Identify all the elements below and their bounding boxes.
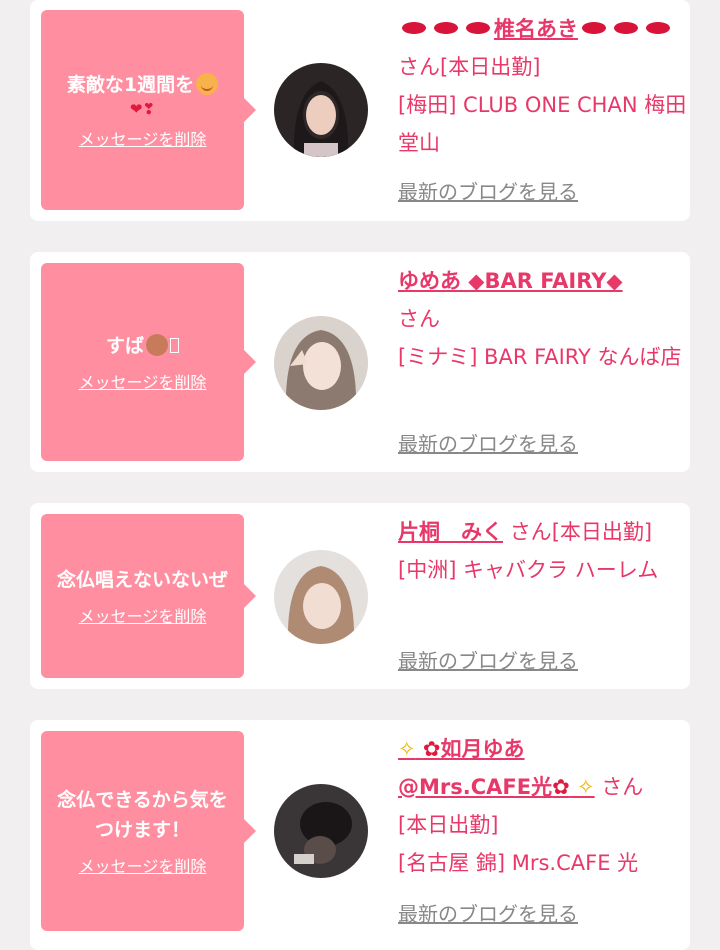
honorific: さん	[398, 307, 440, 331]
cast-card: 念仏できるから気をつけます！ メッセージを削除 ✧ ✿如月ゆあ @Mrs.CAFE…	[30, 720, 690, 950]
honorific: さん	[509, 520, 552, 544]
kiss-mark-icon	[582, 22, 606, 34]
kiss-mark-icon	[434, 22, 458, 34]
work-status: [本日出勤]	[551, 520, 653, 544]
cast-card: 念仏唱えないないぜ メッセージを削除 片桐 みく さん[本日出勤] [中洲] キ…	[30, 503, 690, 689]
delete-message-link[interactable]: メッセージを削除	[79, 853, 207, 877]
cast-name-link[interactable]: 椎名あき	[398, 17, 674, 41]
cast-card: 素敵な1週間を ❤︎❣ メッセージを削除 椎名あき さん[本日出勤] [梅田] …	[30, 0, 690, 221]
shop-name: [梅田] CLUB ONE CHAN 梅田堂山	[398, 93, 687, 155]
message-bubble: 念仏できるから気をつけます！ メッセージを削除	[41, 731, 256, 931]
kiss-mark-icon	[646, 22, 670, 34]
honorific: さん	[398, 55, 440, 79]
cast-name-link[interactable]: ✧ ✿如月ゆあ @Mrs.CAFE光✿ ✧	[398, 737, 595, 799]
avatar[interactable]	[274, 316, 368, 410]
shop-name: [ミナミ] BAR FAIRY なんば店	[398, 345, 682, 369]
message-text: 素敵な1週間を ❤︎❣	[67, 70, 219, 118]
latest-blog-link[interactable]: 最新のブログを見る	[398, 176, 578, 205]
message-text: 念仏できるから気をつけます！	[57, 789, 228, 841]
latest-blog-link[interactable]: 最新のブログを見る	[398, 898, 578, 927]
cast-info: 椎名あき さん[本日出勤] [梅田] CLUB ONE CHAN 梅田堂山	[398, 10, 688, 162]
two-hearts-icon: ❤︎❣	[129, 100, 156, 118]
message-text: すば	[106, 331, 179, 361]
sparkles-icon: ✧	[398, 737, 416, 761]
delete-message-link[interactable]: メッセージを削除	[79, 603, 207, 627]
cast-info: 片桐 みく さん[本日出勤] [中洲] キャバクラ ハーレム	[398, 513, 688, 589]
cast-info: ゆめあ ◆BAR FAIRY◆ さん [ミナミ] BAR FAIRY なんば店	[398, 262, 688, 376]
smiling-face-icon	[196, 73, 219, 95]
hibiscus-icon: ✿	[422, 737, 441, 761]
message-bubble: すば メッセージを削除	[41, 263, 256, 461]
message-text: 念仏唱えないないぜ	[56, 569, 228, 591]
delete-message-link[interactable]: メッセージを削除	[79, 369, 207, 393]
shop-name: [名古屋 錦] Mrs.CAFE 光	[398, 851, 639, 875]
avatar[interactable]	[274, 784, 368, 878]
dog-face-icon	[146, 334, 168, 356]
message-bubble: 念仏唱えないないぜ メッセージを削除	[41, 514, 256, 678]
kiss-mark-icon	[402, 22, 426, 34]
cast-card: すば メッセージを削除 ゆめあ ◆BAR FAIRY◆ さん [ミナミ] BAR…	[30, 252, 690, 472]
work-status: [本日出勤]	[440, 55, 541, 79]
kiss-mark-icon	[614, 22, 638, 34]
latest-blog-link[interactable]: 最新のブログを見る	[398, 645, 578, 674]
sparkles-icon: ✧	[577, 775, 595, 799]
avatar[interactable]	[274, 550, 368, 644]
avatar[interactable]	[274, 63, 368, 157]
hibiscus-icon: ✿	[552, 775, 570, 799]
delete-message-link[interactable]: メッセージを削除	[79, 126, 207, 150]
latest-blog-link[interactable]: 最新のブログを見る	[398, 428, 578, 457]
cast-name-link[interactable]: 片桐 みく	[398, 520, 503, 544]
message-bubble: 素敵な1週間を ❤︎❣ メッセージを削除	[41, 10, 256, 210]
work-status: [本日出勤]	[398, 813, 499, 837]
cast-name-link[interactable]: ゆめあ ◆BAR FAIRY◆	[398, 269, 623, 293]
shop-name: [中洲] キャバクラ ハーレム	[398, 558, 659, 582]
cast-info: ✧ ✿如月ゆあ @Mrs.CAFE光✿ ✧ さん [本日出勤] [名古屋 錦] M…	[398, 730, 688, 882]
unknown-glyph-icon	[170, 338, 179, 353]
honorific: さん	[601, 775, 644, 799]
kiss-mark-icon	[466, 22, 490, 34]
